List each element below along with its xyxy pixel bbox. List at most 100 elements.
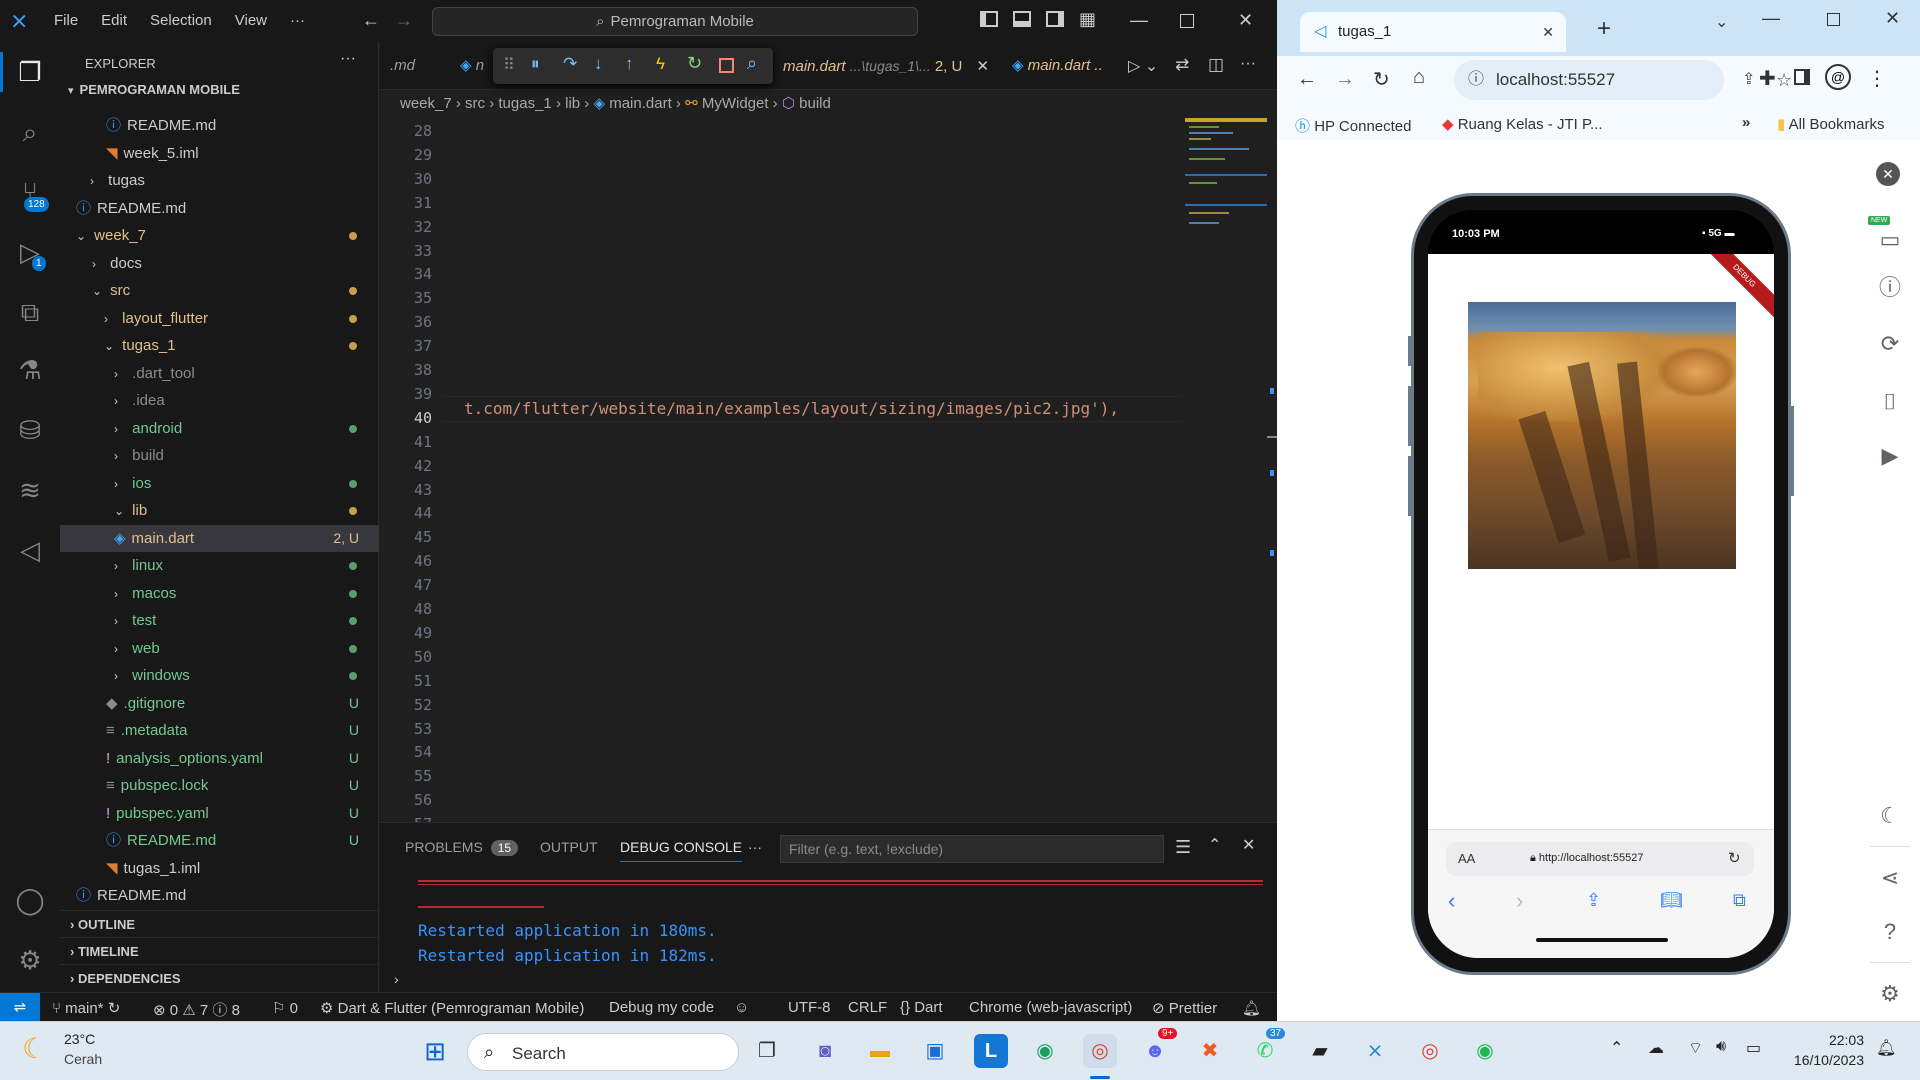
notifications-bell-icon[interactable]: 🔔︎ <box>1242 999 1261 1017</box>
layers-icon[interactable]: ≋ <box>14 474 46 506</box>
screenshot-camera-icon[interactable]: ⌷ <box>1876 388 1904 416</box>
section-outline[interactable]: › OUTLINE <box>60 910 379 937</box>
ports-indicator[interactable]: ⚐ 0 <box>272 999 298 1017</box>
extensions-puzzle-icon[interactable]: ✚ <box>1759 66 1776 91</box>
section-timeline[interactable]: › TIMELINE <box>60 937 379 964</box>
xampp-icon[interactable]: ✖ <box>1193 1034 1227 1068</box>
reload-icon[interactable]: ↻ <box>1373 67 1390 92</box>
testing-icon[interactable]: ⚗ <box>14 354 46 386</box>
extensions-icon[interactable]: ⧉ <box>14 296 46 328</box>
menu-edit[interactable]: Edit <box>101 12 127 29</box>
tree-file[interactable]: ! analysis_options.yaml U <box>60 745 379 772</box>
breadcrumb-item[interactable]: tugas_1 <box>498 95 551 112</box>
menu-view[interactable]: View <box>235 12 267 29</box>
workspace-header[interactable]: ▾ PEMROGRAMAN MOBILE <box>68 82 368 97</box>
debug-my-code[interactable]: Debug my code <box>609 999 714 1016</box>
tab-n[interactable]: ◈ n <box>450 42 494 90</box>
discord-icon[interactable]: ☻ <box>1138 1034 1172 1068</box>
tree-file[interactable]: ⓘ README.md U <box>60 827 379 854</box>
tree-file[interactable]: ⓘ README.md <box>60 112 379 139</box>
forward-arrow-icon[interactable]: → <box>395 10 413 31</box>
maximize-panel-icon[interactable]: ⌃ <box>1208 835 1221 855</box>
minimap[interactable] <box>1185 118 1267 298</box>
tab-problems[interactable]: PROBLEMS 15 <box>405 839 519 856</box>
wifi-icon[interactable]: ⌔ <box>1688 1038 1703 1058</box>
all-bookmarks-folder[interactable]: ▮ All Bookmarks <box>1777 115 1884 133</box>
tab-debug-console[interactable]: DEBUG CONSOLE <box>620 839 743 862</box>
tree-file[interactable]: ≡ pubspec.lock U <box>60 772 379 799</box>
text-size-button[interactable]: AA <box>1458 851 1475 866</box>
branch-indicator[interactable]: ⑂ main* ↻ <box>52 999 120 1017</box>
drag-handle-icon[interactable]: ⠿ <box>503 55 515 75</box>
breadcrumb-item[interactable]: lib <box>565 95 580 112</box>
menu-more[interactable]: ··· <box>290 12 305 29</box>
explorer-icon[interactable]: ❐ <box>14 56 46 88</box>
tree-folder[interactable]: › .idea <box>60 387 379 414</box>
pause-icon[interactable]: ⏸ <box>531 54 540 74</box>
system-tray-chevron-icon[interactable]: ⌃ <box>1610 1038 1623 1058</box>
edge-icon[interactable]: ◉ <box>1028 1034 1062 1068</box>
maximize-icon[interactable] <box>1180 14 1194 28</box>
record-video-icon[interactable]: ▶ <box>1876 442 1904 470</box>
breadcrumb-item[interactable]: MyWidget <box>702 95 769 112</box>
browser-tab[interactable]: ◁ tugas_1 ✕ <box>1300 12 1566 52</box>
tab-readme[interactable]: .md <box>380 42 425 90</box>
step-over-icon[interactable]: ↷ <box>563 54 577 74</box>
editor-scrollbar[interactable] <box>1267 118 1277 818</box>
stop-icon[interactable] <box>719 58 734 73</box>
database-icon[interactable]: ⛁ <box>14 414 46 446</box>
weather-temp[interactable]: 23°C <box>64 1031 95 1047</box>
tab-close-icon[interactable]: ✕ <box>1542 12 1554 52</box>
sticky-notes-icon[interactable]: ▰ <box>1303 1034 1337 1068</box>
maximize-icon[interactable] <box>1827 13 1840 26</box>
profile-avatar-icon[interactable]: @ <box>1825 64 1851 90</box>
phone-back-icon[interactable]: ‹ <box>1448 888 1455 914</box>
side-panel-icon[interactable] <box>1794 69 1810 85</box>
tree-file[interactable]: ≡ .metadata U <box>60 717 379 744</box>
weather-desc[interactable]: Cerah <box>64 1051 102 1067</box>
run-icon[interactable]: ▷ ⌄ <box>1128 56 1158 76</box>
site-info-icon[interactable]: ⓘ <box>1468 60 1484 100</box>
tree-folder[interactable]: ⌄ week_7 <box>60 222 379 249</box>
tab-output[interactable]: OUTPUT <box>540 839 598 855</box>
panel-more-icon[interactable]: ··· <box>748 839 762 855</box>
line-endings[interactable]: CRLF <box>848 999 887 1016</box>
vscode-taskbar-icon[interactable]: ⨯ <box>1358 1034 1392 1068</box>
breadcrumb-item[interactable]: main.dart <box>609 95 672 112</box>
back-arrow-icon[interactable]: ← <box>1297 68 1317 91</box>
minimize-icon[interactable]: — <box>1762 8 1780 29</box>
tree-file[interactable]: ◥ tugas_1.iml <box>60 855 379 882</box>
phone-reload-icon[interactable]: ↻ <box>1728 849 1741 867</box>
share-icon[interactable]: ⇪ <box>1742 60 1755 100</box>
toggle-primary-sidebar-icon[interactable] <box>980 11 998 27</box>
device-info-icon[interactable]: ⓘ <box>1876 274 1904 302</box>
address-bar[interactable]: ⓘ localhost:55527 ⇪ ☆ <box>1454 60 1792 100</box>
compare-icon[interactable]: ⇄ <box>1175 55 1189 75</box>
restart-icon[interactable]: ↻ <box>687 53 702 74</box>
flutter-icon[interactable]: ◁ <box>14 534 46 566</box>
phone-tabs-icon[interactable]: ⧉ <box>1733 890 1746 911</box>
phone-address-bar[interactable]: AA 🔒︎ http://localhost:55527 ↻ <box>1446 842 1754 876</box>
close-icon[interactable]: ✕ <box>1238 10 1253 31</box>
problems-indicator[interactable]: ⊗ 0 ⚠ 7 ⓘ 8 <box>153 999 240 1020</box>
back-arrow-icon[interactable]: ← <box>362 10 380 31</box>
section-dependencies[interactable]: › DEPENDENCIES <box>60 964 379 991</box>
step-out-icon[interactable]: ↑ <box>625 54 634 74</box>
tree-folder[interactable]: › build <box>60 442 379 469</box>
phone-share-icon[interactable]: ⇪ <box>1586 890 1601 911</box>
feedback-icon[interactable]: ☺ <box>734 999 749 1016</box>
search-icon[interactable]: ⌕ <box>14 116 46 148</box>
forward-arrow-icon[interactable]: → <box>1335 68 1355 91</box>
toggle-panel-icon[interactable] <box>1013 11 1031 27</box>
tree-file[interactable]: ◆ .gitignore U <box>60 690 379 717</box>
whatsapp-icon[interactable]: ✆ <box>1248 1034 1282 1068</box>
tree-folder[interactable]: ⌄ src <box>60 277 379 304</box>
windows-start-icon[interactable]: ⊞ <box>418 1034 452 1068</box>
remote-indicator-icon[interactable]: ⇌ <box>0 993 40 1022</box>
language-mode[interactable]: {} Dart <box>900 999 943 1016</box>
toggle-secondary-sidebar-icon[interactable] <box>1046 11 1064 27</box>
notification-bell-icon[interactable]: 🔔︎ <box>1876 1038 1896 1058</box>
tree-folder[interactable]: ⌄ lib <box>60 497 379 524</box>
teams-icon[interactable]: ◙ <box>808 1034 842 1068</box>
battery-icon[interactable]: ▭ <box>1746 1038 1761 1058</box>
